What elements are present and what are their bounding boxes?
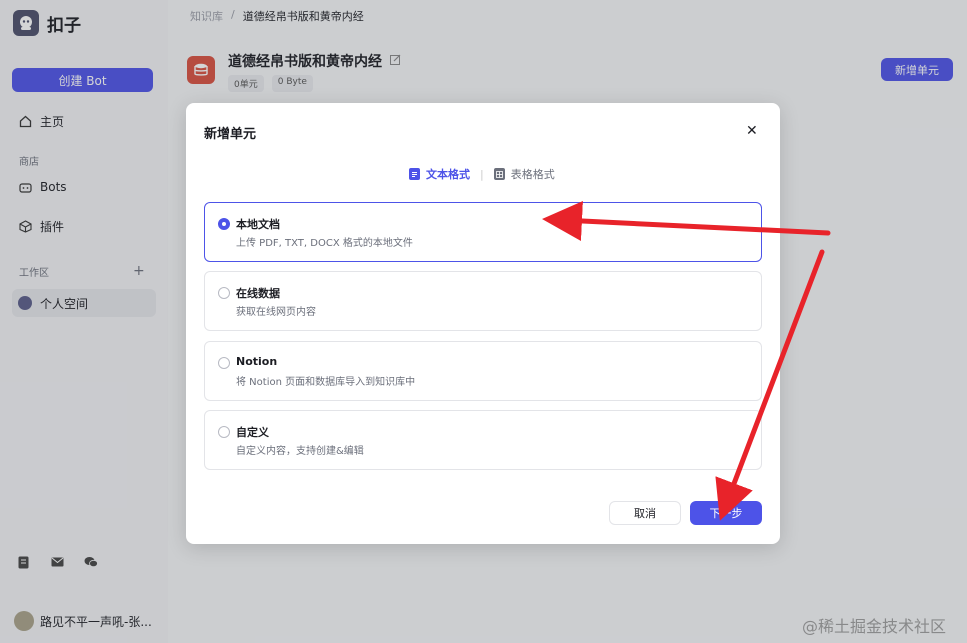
option-description: 上传 PDF, TXT, DOCX 格式的本地文件 [236,238,413,249]
close-icon[interactable]: ✕ [746,123,758,139]
option-notion[interactable]: Notion 将 Notion 页面和数据库导入到知识库中 [204,341,762,401]
option-description: 将 Notion 页面和数据库导入到知识库中 [236,377,416,388]
option-description: 获取在线网页内容 [236,307,316,318]
option-title: 本地文档 [236,218,280,231]
tab-label: 文本格式 [426,168,470,181]
option-local-document[interactable]: 本地文档 上传 PDF, TXT, DOCX 格式的本地文件 [204,202,762,262]
next-step-button[interactable]: 下一步 [690,501,762,525]
add-unit-dialog: 新增单元 ✕ 文本格式 | 表格格式 本地文档 上传 PDF, TXT, DOC… [186,103,780,544]
watermark: @稀土掘金技术社区 [802,617,947,636]
table-format-icon [493,168,505,180]
radio-unselected[interactable] [218,426,230,438]
cancel-button[interactable]: 取消 [609,501,681,525]
option-title: 自定义 [236,426,269,439]
radio-selected[interactable] [218,218,230,230]
option-custom[interactable]: 自定义 自定义内容，支持创建&编辑 [204,410,762,470]
option-title: 在线数据 [236,287,280,300]
tab-text-format[interactable]: 文本格式 [409,166,470,182]
text-format-icon [409,168,420,180]
option-description: 自定义内容，支持创建&编辑 [236,446,364,457]
format-tabs: 文本格式 | 表格格式 [409,166,555,182]
tab-label: 表格格式 [510,168,555,181]
radio-unselected[interactable] [218,357,230,369]
option-title: Notion [236,355,278,368]
radio-unselected[interactable] [218,287,230,299]
dialog-title: 新增单元 [204,127,257,142]
tab-table-format[interactable]: 表格格式 [493,166,555,182]
option-online-data[interactable]: 在线数据 获取在线网页内容 [204,271,762,331]
tab-separator: | [480,167,484,181]
